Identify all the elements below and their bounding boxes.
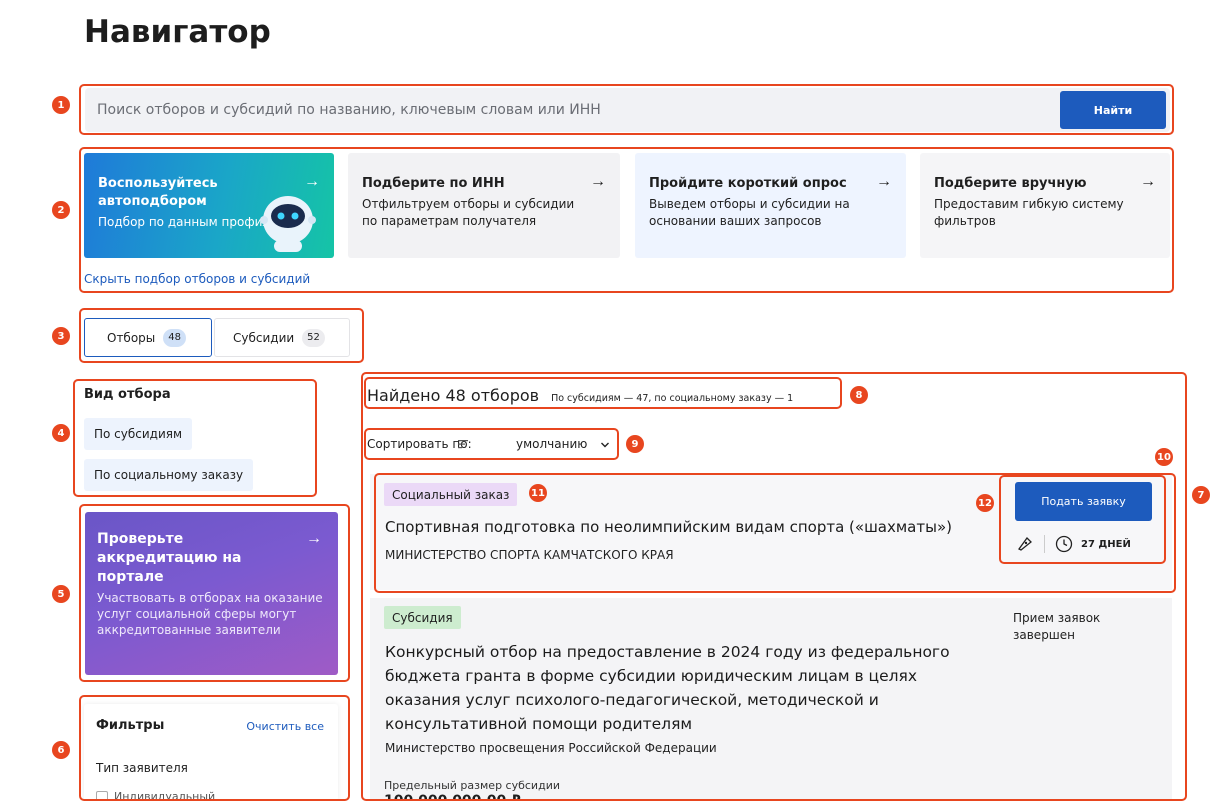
highlight-box-actions [999,475,1166,564]
marker-12: 12 [976,494,994,512]
marker-2: 2 [52,201,70,219]
marker-8: 8 [850,386,868,404]
highlight-box-sort [364,428,619,460]
highlight-box-promo [79,504,350,682]
page-title: Навигатор [84,14,271,50]
marker-11: 11 [529,484,547,502]
marker-10: 10 [1155,448,1173,466]
marker-1: 1 [52,96,70,114]
marker-9: 9 [626,435,644,453]
marker-4: 4 [52,424,70,442]
marker-5: 5 [52,585,70,603]
highlight-box-count [364,377,842,409]
highlight-box-search [79,84,1174,135]
marker-7: 7 [1192,486,1210,504]
marker-6: 6 [52,741,70,759]
marker-3: 3 [52,327,70,345]
highlight-box-tabs [79,308,364,363]
highlight-box-filters [79,695,350,801]
highlight-box-selection [79,147,1174,293]
highlight-box-type [73,379,317,497]
